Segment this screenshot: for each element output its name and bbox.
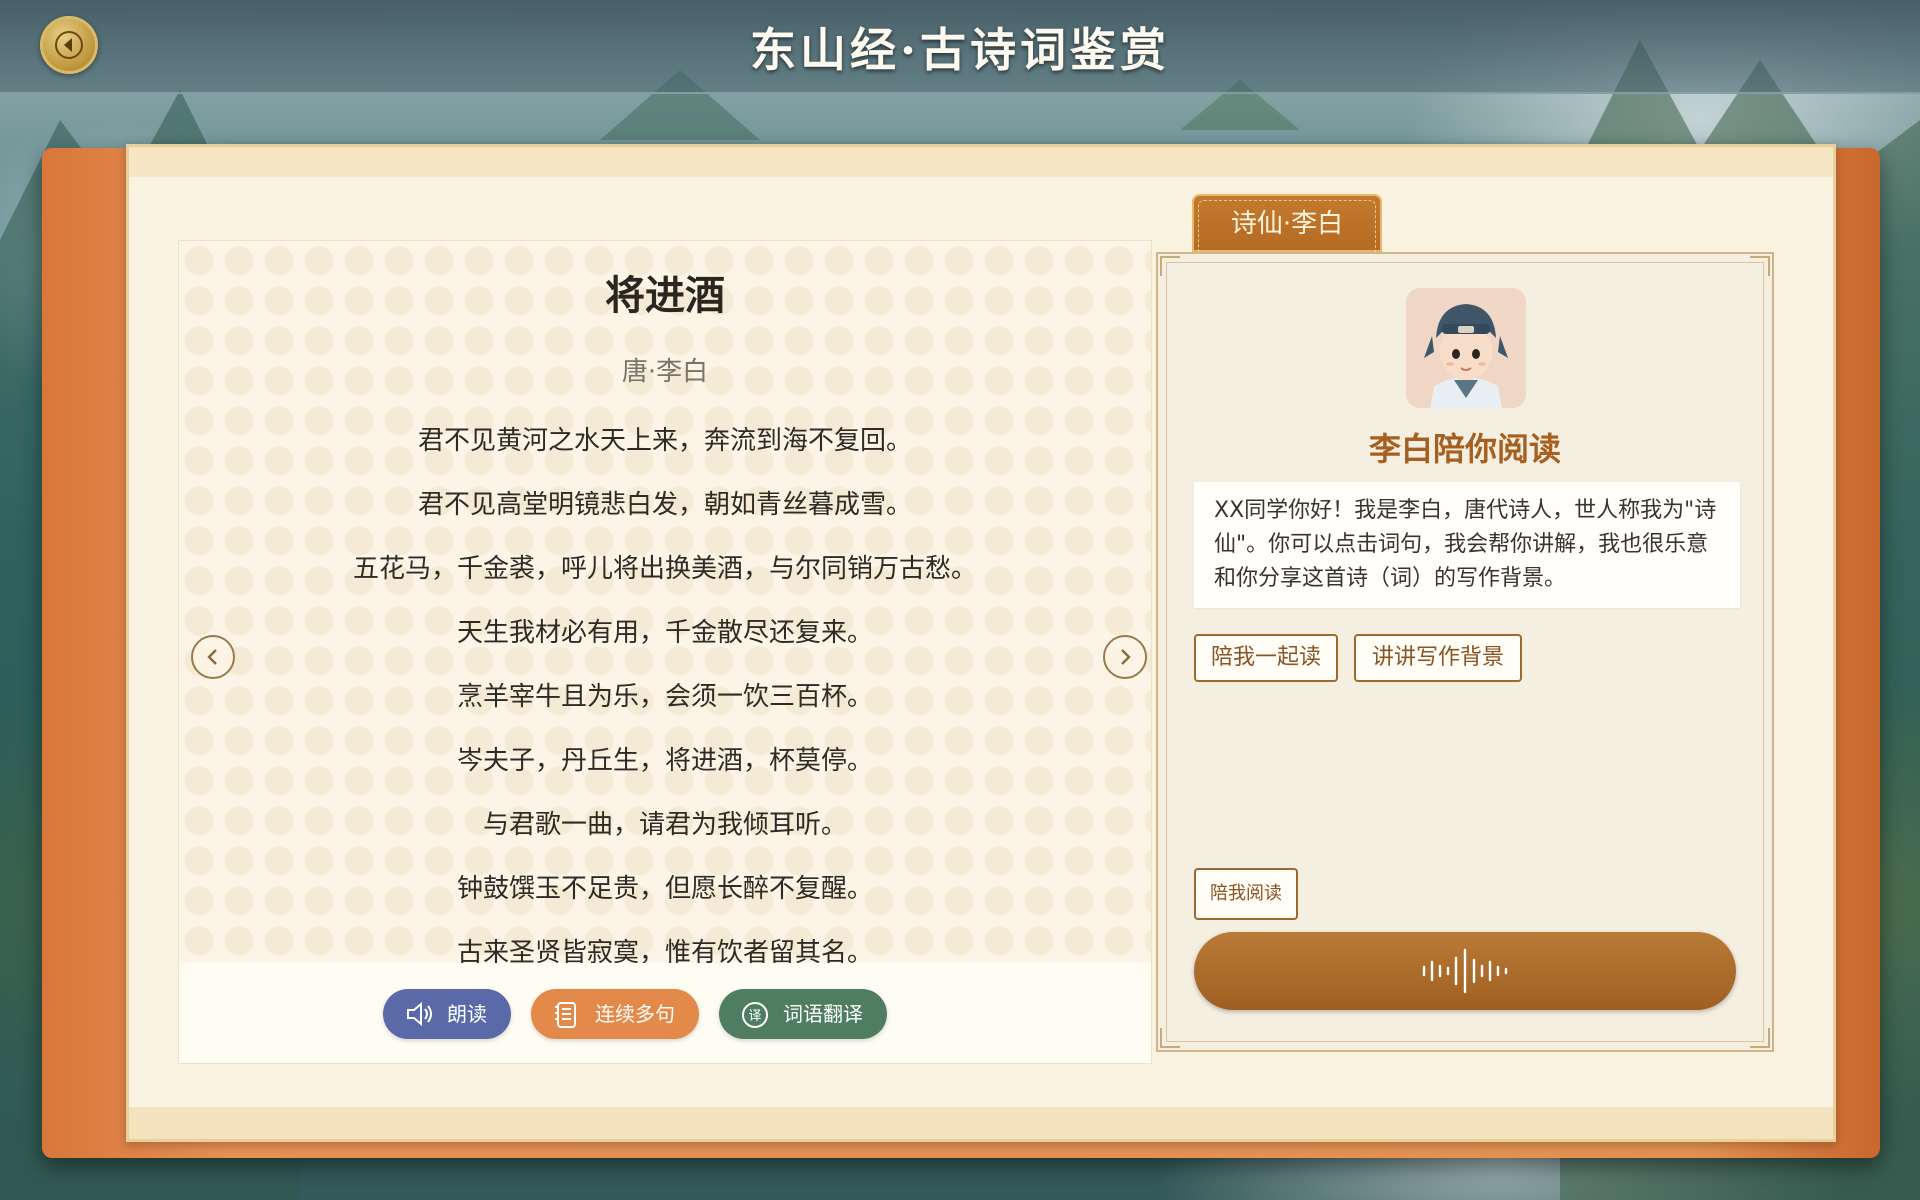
app-title: 东山经·古诗词鉴赏 (749, 23, 1170, 77)
poem-line[interactable]: 君不见黄河之水天上来，奔流到海不复回。 (179, 409, 1151, 473)
poem-line[interactable]: 天生我材必有用，千金散尽还复来。 (179, 601, 1151, 665)
assistant-name: 李白陪你阅读 (1368, 430, 1561, 468)
avatar (1406, 288, 1526, 408)
continuous-mode-label: 连续多句 (595, 1002, 675, 1026)
assistant-message: XX同学你好！我是李白，唐代诗人，世人称我为"诗仙"。你可以点击词句，我会帮你讲… (1194, 482, 1740, 608)
poem-title: 将进酒 (605, 272, 725, 319)
frame-corner (1750, 256, 1770, 276)
poem-line[interactable]: 君不见高堂明镜悲白发，朝如青丝暮成雪。 (179, 473, 1151, 537)
voice-wave-icon (1422, 948, 1508, 994)
next-page-button[interactable] (1103, 635, 1147, 679)
translate-button[interactable]: 译 词语翻译 (719, 989, 887, 1039)
chevron-left-icon (207, 649, 217, 665)
poem-panel: 将进酒 唐·李白 君不见黄河之水天上来，奔流到海不复回。 君不见高堂明镜悲白发，… (178, 240, 1152, 1064)
poem-content[interactable]: 将进酒 唐·李白 君不见黄河之水天上来，奔流到海不复回。 君不见高堂明镜悲白发，… (179, 241, 1151, 963)
list-icon (555, 1002, 576, 1028)
read-aloud-label: 朗读 (447, 1002, 487, 1026)
assistant-panel: 李白陪你阅读 XX同学你好！我是李白，唐代诗人，世人称我为"诗仙"。你可以点击词… (1156, 252, 1774, 1052)
poem-lines: 君不见黄河之水天上来，奔流到海不复回。 君不见高堂明镜悲白发，朝如青丝暮成雪。 … (179, 409, 1151, 963)
poem-line[interactable]: 五花马，千金裘，呼儿将出换美酒，与尔同销万古愁。 (179, 537, 1151, 601)
poem-line[interactable]: 烹羊宰牛且为乐，会须一饮三百杯。 (179, 665, 1151, 729)
read-aloud-button[interactable]: 朗读 (383, 989, 511, 1039)
li-bai-avatar (1406, 288, 1526, 408)
chevron-right-icon (1121, 649, 1131, 665)
speaker-icon (407, 1001, 432, 1027)
poem-line[interactable]: 岑夫子，丹丘生，将进酒，杯莫停。 (179, 729, 1151, 793)
prev-page-button[interactable] (191, 635, 235, 679)
poem-toolbar: 朗读 连续多句 译 词语翻译 (179, 963, 1151, 1063)
translate-icon: 译 (742, 1002, 768, 1028)
poem-author: 唐·李白 (621, 357, 709, 387)
poem-line[interactable]: 古来圣贤皆寂寞，惟有饮者留其名。 (179, 921, 1151, 963)
translate-label: 词语翻译 (783, 1002, 863, 1026)
continuous-mode-button[interactable]: 连续多句 (531, 989, 699, 1039)
svg-text:译: 译 (748, 1009, 761, 1024)
poem-line[interactable]: 与君歌一曲，请君为我倾耳听。 (179, 793, 1151, 857)
frame-corner (1160, 1028, 1180, 1048)
read-with-me-button[interactable]: 陪我阅读 (1194, 868, 1298, 920)
assistant-tab: 诗仙·李白 (1192, 194, 1382, 252)
frame-corner (1750, 1028, 1770, 1048)
writing-background-button[interactable]: 讲讲写作背景 (1354, 634, 1522, 682)
poem-line[interactable]: 钟鼓馔玉不足贵，但愿长醉不复醒。 (179, 857, 1151, 921)
frame-corner (1160, 256, 1180, 276)
app-header: 东山经·古诗词鉴赏 (0, 0, 1920, 94)
voice-input-button[interactable] (1194, 932, 1736, 1010)
read-together-button[interactable]: 陪我一起读 (1194, 634, 1338, 682)
